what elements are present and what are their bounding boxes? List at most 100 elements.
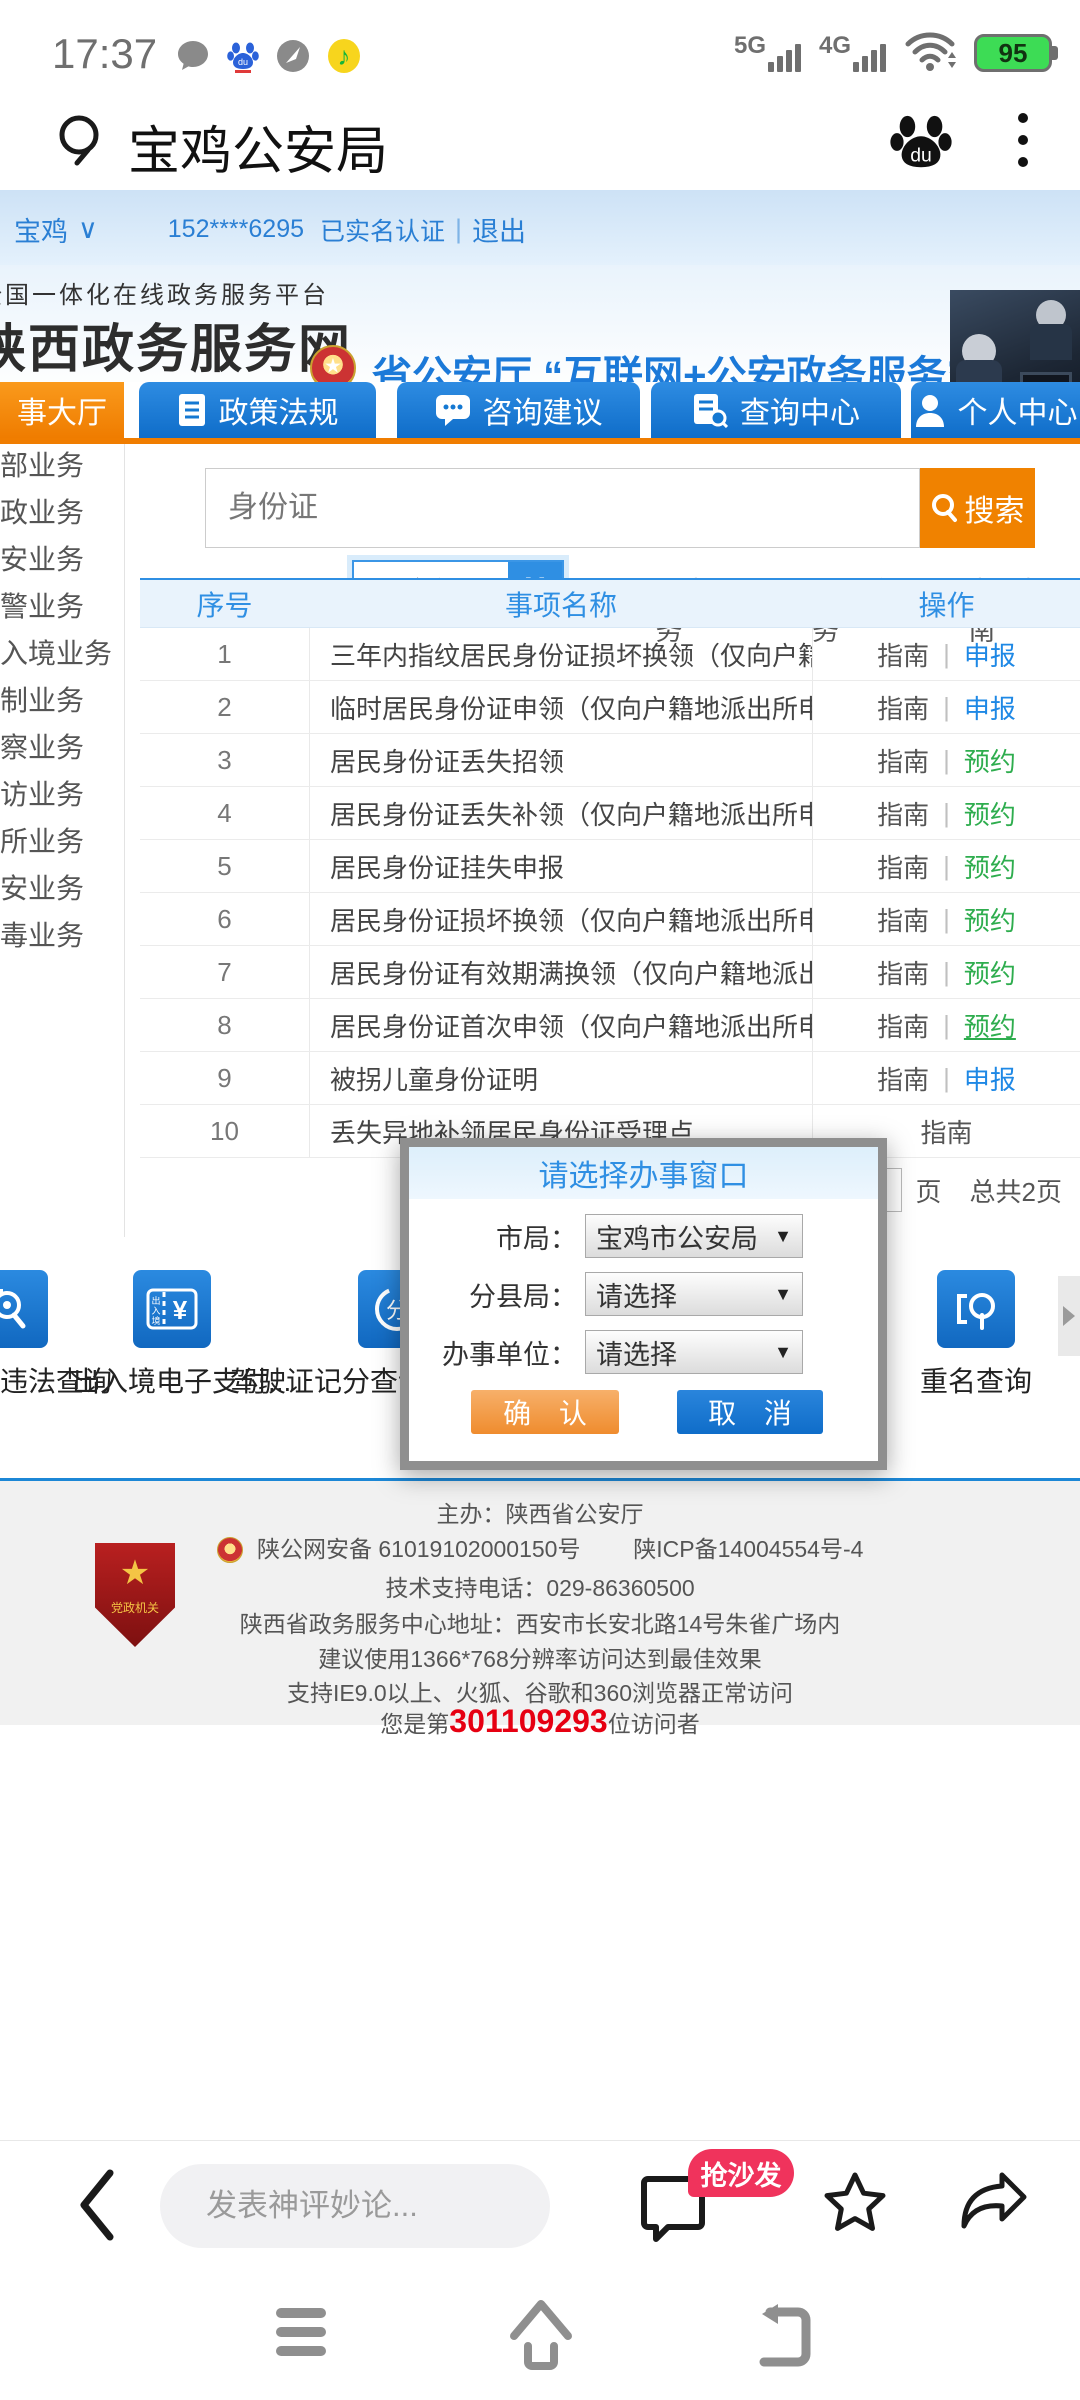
sidebar-item[interactable]: 政业务 [0,491,120,531]
chat-bubble-icon [435,393,471,427]
svg-text:入: 入 [151,1306,160,1316]
confirm-button[interactable]: 确 认 [471,1390,619,1434]
document-icon [177,392,207,428]
net-4g-label: 4G [819,32,851,60]
select-window-modal: 请选择办事窗口 市局： 宝鸡市公安局 ▼ 分县局： 请选择 ▼ 办事单位： 请选… [400,1138,887,1470]
table-header-row: 序号 事项名称 操作 [140,580,1080,628]
sidebar-item[interactable]: 访业务 [0,773,120,813]
guide-link[interactable]: 指南 [877,689,929,726]
verified-label: 已实名认证 [320,212,445,248]
services-table: 序号 事项名称 操作 1 三年内指纹居民身份证损坏换领（仅向户籍地派出所申请..… [140,578,1080,1158]
user-phone: 152****6295 [168,215,304,244]
sidebar-item[interactable]: 部业务 [0,444,120,484]
guide-link[interactable]: 指南 [877,901,929,938]
service-unit-select[interactable]: 请选择 ▼ [585,1330,803,1374]
favorite-star-icon[interactable] [820,2169,890,2239]
apply-link[interactable]: 申报 [964,689,1016,726]
svg-text:♪: ♪ [338,41,351,71]
tile-label[interactable]: 重名查询 [920,1360,1032,1400]
reserve-link[interactable]: 预约 [964,901,1016,938]
epay-card-icon: 出入境¥ [146,1288,198,1330]
music-app-icon: ♪ [327,38,361,74]
city-dropdown-icon[interactable]: ∨ [78,214,98,245]
guide-link[interactable]: 指南 [877,1007,929,1044]
footer-phone: 技术支持电话：029-86360500 [0,1569,1080,1603]
footer-host: 主办：陕西省公安厅 [0,1495,1080,1529]
wifi-icon [904,30,956,72]
document-search-icon [692,392,728,428]
cancel-button[interactable]: 取 消 [677,1390,823,1434]
tab-personal-center[interactable]: 个人中心 [911,382,1080,438]
guide-link[interactable]: 指南 [877,742,929,779]
message-bubble-icon [175,38,211,74]
site-top-strip: 宝鸡 ∨ 152****6295 已实名认证 | 退出 [0,190,1080,265]
sidebar-item[interactable]: 所业务 [0,820,120,860]
tab-query-center[interactable]: 查询中心 [651,382,901,438]
sidebar-divider [124,442,125,1237]
battery-percent: 95 [999,38,1028,69]
page-total: 总共2页 [970,1172,1062,1209]
footer-registration: 陕公网安备 61019102000150号 陕ICP备14004554号-4 [0,1530,1080,1564]
search-icon [55,113,107,169]
back-chevron-icon[interactable] [76,2169,116,2241]
sidebar-item[interactable]: 制业务 [0,679,120,719]
guide-link[interactable]: 指南 [877,848,929,885]
baidu-logo-icon[interactable]: du [890,109,952,175]
service-search-input[interactable]: 身份证 [205,468,920,548]
guide-link[interactable]: 指南 [877,795,929,832]
tile-violation-query[interactable] [0,1270,48,1348]
reserve-link[interactable]: 预约 [964,1007,1016,1044]
svg-text:du: du [238,57,248,67]
signal-5g: 5G [734,44,801,72]
search-button[interactable]: 搜索 [920,468,1035,548]
guide-link[interactable]: 指南 [877,1060,929,1097]
city-selector[interactable]: 宝鸡 [14,210,68,249]
modal-field-branch: 分县局： 请选择 ▼ [409,1271,878,1317]
tile-label[interactable]: 驾驶证记分查询 [230,1360,426,1400]
sidebar-item[interactable]: 警业务 [0,585,120,625]
city-bureau-select[interactable]: 宝鸡市公安局 ▼ [585,1214,803,1258]
tile-epay[interactable]: 出入境¥ [133,1270,211,1348]
address-bar-query[interactable]: 宝鸡公安局 [128,109,388,184]
browser-menu-icon[interactable] [1018,113,1028,167]
first-comment-badge[interactable]: 抢沙发 [688,2149,794,2197]
signal-4g: 4G [819,44,886,72]
guide-link[interactable]: 指南 [877,954,929,991]
apply-link[interactable]: 申报 [964,1060,1016,1097]
tab-service-hall[interactable]: 事大厅 [0,382,124,438]
quick-links-more-icon[interactable] [1058,1276,1080,1356]
table-row: 1 三年内指纹居民身份证损坏换领（仅向户籍地派出所申请... 指南|申报 [140,628,1080,681]
sidebar-item[interactable]: 安业务 [0,867,120,907]
logout-link[interactable]: 退出 [472,210,526,249]
violation-search-icon [0,1285,33,1333]
share-icon[interactable] [958,2169,1030,2239]
table-row: 9 被拐儿童身份证明 指南|申报 [140,1052,1080,1105]
guide-link[interactable]: 指南 [920,1113,972,1150]
reserve-link[interactable]: 预约 [964,742,1016,779]
footer-address: 陕西省政务服务中心地址：西安市长安北路14号朱雀广场内 [0,1605,1080,1639]
tab-consultation[interactable]: 咨询建议 [397,382,640,438]
home-icon[interactable] [508,2298,574,2370]
sidebar-item[interactable]: 入境业务 [0,632,120,672]
comment-input[interactable]: 发表神评妙论... [160,2164,550,2248]
table-row: 3 居民身份证丢失招领 指南|预约 [140,734,1080,787]
apply-link[interactable]: 申报 [964,636,1016,673]
recent-apps-icon[interactable] [276,2308,326,2356]
tab-policies[interactable]: 政策法规 [139,382,376,438]
tile-name-query[interactable] [937,1270,1015,1348]
reserve-link[interactable]: 预约 [964,954,1016,991]
svg-text:出: 出 [151,1295,160,1306]
reserve-link[interactable]: 预约 [964,848,1016,885]
battery-icon: 95 [974,34,1052,72]
page-suffix: 页 [916,1172,942,1209]
reserve-link[interactable]: 预约 [964,795,1016,832]
sidebar-item[interactable]: 安业务 [0,538,120,578]
sidebar-item[interactable]: 察业务 [0,726,120,766]
guide-link[interactable]: 指南 [877,636,929,673]
browser-top-bar: 宝鸡公安局 du [0,95,1080,190]
branch-bureau-select[interactable]: 请选择 ▼ [585,1272,803,1316]
sidebar-item[interactable]: 毒业务 [0,914,120,954]
table-row: 7 居民身份证有效期满换领（仅向户籍地派出所申请） 指南|预约 [140,946,1080,999]
back-nav-icon[interactable] [752,2302,816,2368]
svg-text:境: 境 [151,1315,160,1326]
